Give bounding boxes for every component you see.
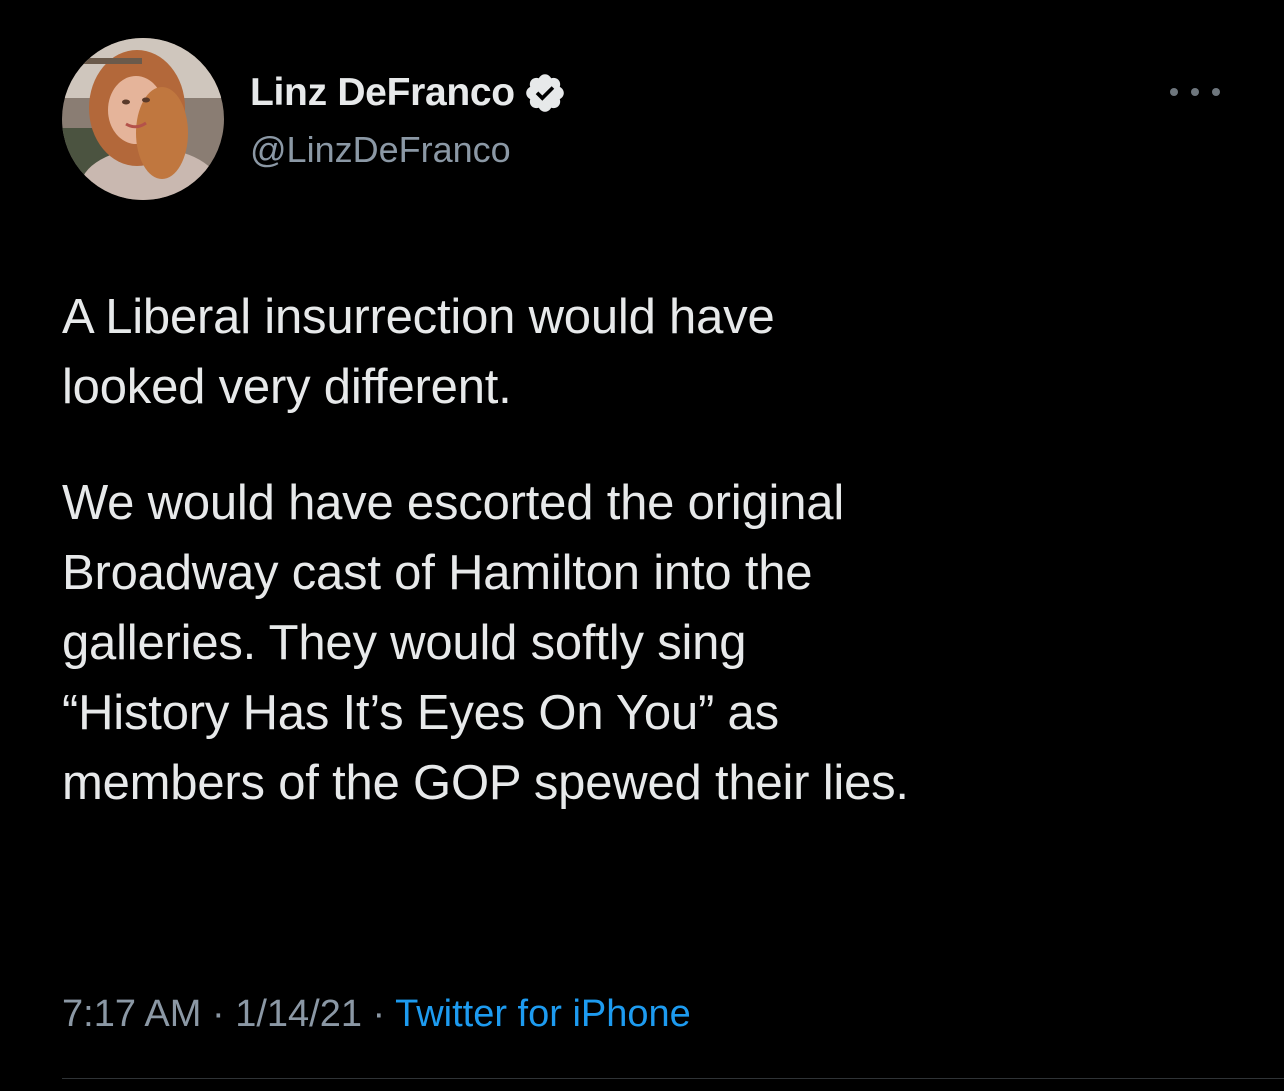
display-name[interactable]: Linz DeFranco — [250, 70, 515, 116]
tweet-date[interactable]: 1/14/21 — [235, 993, 362, 1035]
more-dot — [1191, 88, 1199, 96]
more-dot — [1170, 88, 1178, 96]
tweet-paragraph-1: A Liberal insurrection would have looked… — [62, 290, 775, 414]
verified-badge-icon — [526, 74, 564, 112]
tweet-source-link[interactable]: Twitter for iPhone — [395, 993, 691, 1035]
meta-separator: · — [201, 993, 236, 1035]
avatar[interactable] — [62, 38, 224, 200]
meta-separator: · — [362, 993, 396, 1035]
author-name-row[interactable]: Linz DeFranco — [250, 70, 567, 116]
divider — [62, 1078, 1284, 1079]
author-handle[interactable]: @LinzDeFranco — [250, 128, 511, 172]
tweet-time[interactable]: 7:17 AM — [62, 993, 201, 1035]
avatar-photo — [62, 38, 224, 200]
tweet-text: A Liberal insurrection would have looked… — [62, 282, 1242, 818]
more-options-icon[interactable] — [1170, 76, 1220, 108]
tweet-meta: 7:17 AM · 1/14/21 · Twitter for iPhone — [62, 990, 691, 1038]
tweet-paragraph-2: We would have escorted the original Broa… — [62, 476, 909, 810]
more-dot — [1212, 88, 1220, 96]
